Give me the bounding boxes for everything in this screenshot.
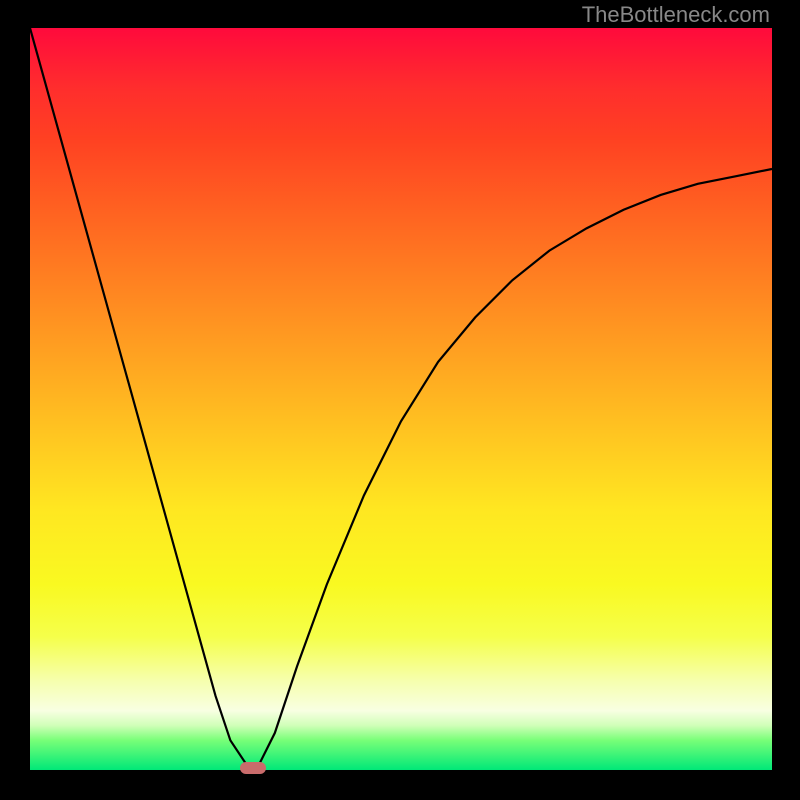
curve-svg bbox=[30, 28, 772, 770]
bottleneck-curve-path bbox=[30, 28, 772, 770]
watermark-text: TheBottleneck.com bbox=[582, 2, 770, 28]
chart-container: TheBottleneck.com bbox=[0, 0, 800, 800]
plot-area bbox=[30, 28, 772, 770]
optimal-marker bbox=[240, 762, 266, 774]
